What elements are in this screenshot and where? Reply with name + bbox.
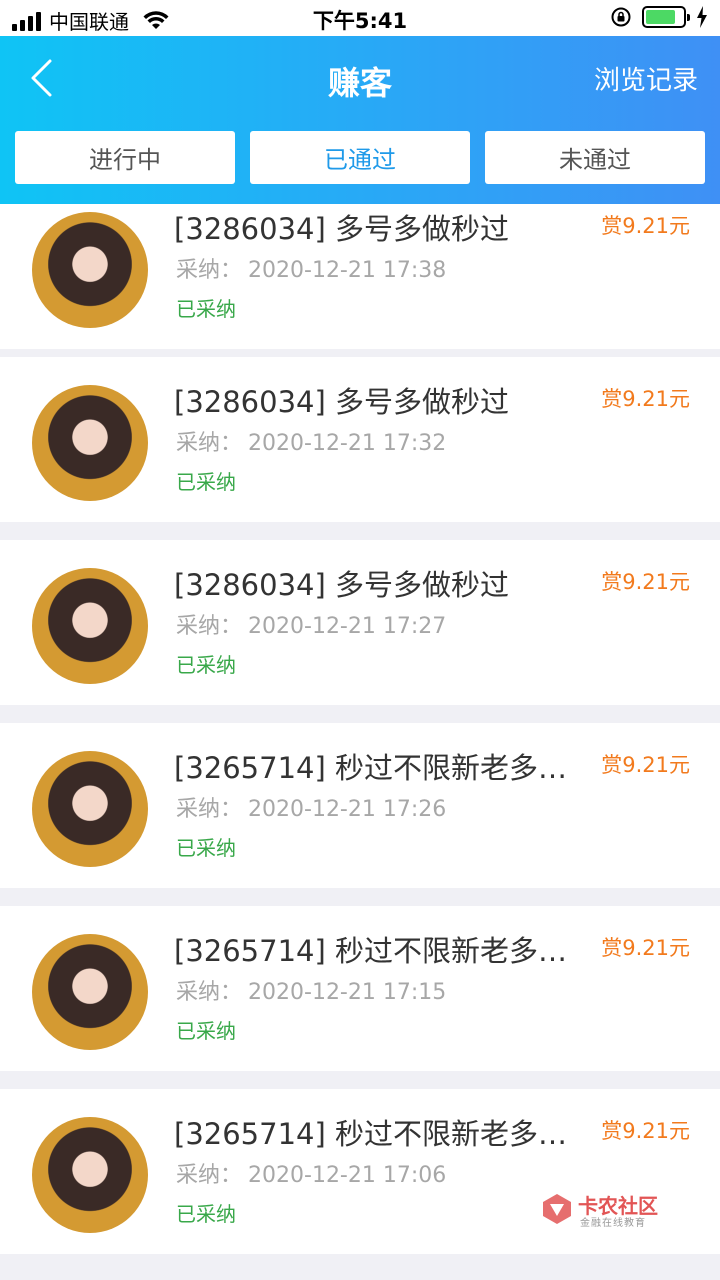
reward-amount: 赏9.21元 [601,387,690,411]
task-meta: 采纳： 2020-12-21 17:26 [176,791,446,823]
meta-time: 2020-12-21 17:38 [248,258,447,283]
task-meta: 采纳： 2020-12-21 17:32 [176,425,446,457]
meta-label: 采纳： [176,797,243,822]
reward-amount: 赏9.21元 [601,936,690,960]
meta-time: 2020-12-21 17:15 [248,980,447,1005]
list-item[interactable]: [3286034] 多号多做秒过 采纳： 2020-12-21 17:32 已采纳… [0,357,720,522]
avatar [32,212,148,328]
list-item[interactable]: [3265714] 秒过不限新老多… 采纳： 2020-12-21 17:26 已… [0,723,720,888]
meta-label: 采纳： [176,431,243,456]
watermark-subtitle: 金融在线教育 [580,1218,646,1229]
task-list: [3286034] 多号多做秒过 采纳： 2020-12-21 17:38 已采纳… [0,204,720,1280]
tab-rejected[interactable]: 未通过 [485,131,705,184]
battery-icon [642,6,690,28]
task-title: [3265714] 秒过不限新老多… [174,751,568,785]
reward-amount: 赏9.21元 [601,753,690,777]
task-title: [3265714] 秒过不限新老多… [174,1117,568,1151]
meta-label: 采纳： [176,1163,243,1188]
status-badge: 已采纳 [176,836,236,860]
task-meta: 采纳： 2020-12-21 17:27 [176,608,446,640]
avatar [32,1117,148,1233]
avatar [32,934,148,1050]
reward-amount: 赏9.21元 [601,214,690,238]
filter-tabs: 进行中 已通过 未通过 [15,131,705,184]
header: 中国联通 下午5:41 赚客 浏览记录 进行中 已通过 未通过 [0,0,720,204]
task-title: [3286034] 多号多做秒过 [174,568,510,602]
rotation-lock-icon [611,7,631,27]
status-badge: 已采纳 [176,297,236,321]
charging-icon [697,6,707,28]
kanong-logo-icon [543,1194,571,1224]
status-badge: 已采纳 [176,1202,236,1226]
avatar [32,385,148,501]
status-badge: 已采纳 [176,1019,236,1043]
task-meta: 采纳： 2020-12-21 17:38 [176,252,446,284]
task-title: [3265714] 秒过不限新老多… [174,934,568,968]
tab-in-progress[interactable]: 进行中 [15,131,235,184]
reward-amount: 赏9.21元 [601,1119,690,1143]
task-title: [3286034] 多号多做秒过 [174,212,510,246]
tab-approved[interactable]: 已通过 [250,131,470,184]
meta-label: 采纳： [176,980,243,1005]
list-item[interactable]: [3265714] 秒过不限新老多… 采纳： 2020-12-21 17:15 已… [0,906,720,1071]
watermark: 卡农社区 金融在线教育 [540,1190,670,1230]
status-badge: 已采纳 [176,653,236,677]
task-title: [3286034] 多号多做秒过 [174,385,510,419]
task-meta: 采纳： 2020-12-21 17:15 [176,974,446,1006]
reward-amount: 赏9.21元 [601,570,690,594]
status-badge: 已采纳 [176,470,236,494]
meta-time: 2020-12-21 17:06 [248,1163,447,1188]
nav-bar: 赚客 浏览记录 [0,36,720,120]
list-item[interactable]: [3286034] 多号多做秒过 采纳： 2020-12-21 17:27 已采纳… [0,540,720,705]
avatar [32,568,148,684]
meta-time: 2020-12-21 17:27 [248,614,447,639]
avatar [32,751,148,867]
status-bar: 中国联通 下午5:41 [0,0,720,36]
meta-time: 2020-12-21 17:26 [248,797,447,822]
meta-label: 采纳： [176,614,243,639]
task-meta: 采纳： 2020-12-21 17:06 [176,1157,446,1189]
meta-time: 2020-12-21 17:32 [248,431,447,456]
status-right [610,6,708,28]
browse-history-link[interactable]: 浏览记录 [594,60,698,97]
list-item[interactable]: [3286034] 多号多做秒过 采纳： 2020-12-21 17:38 已采纳… [0,204,720,349]
meta-label: 采纳： [176,258,243,283]
